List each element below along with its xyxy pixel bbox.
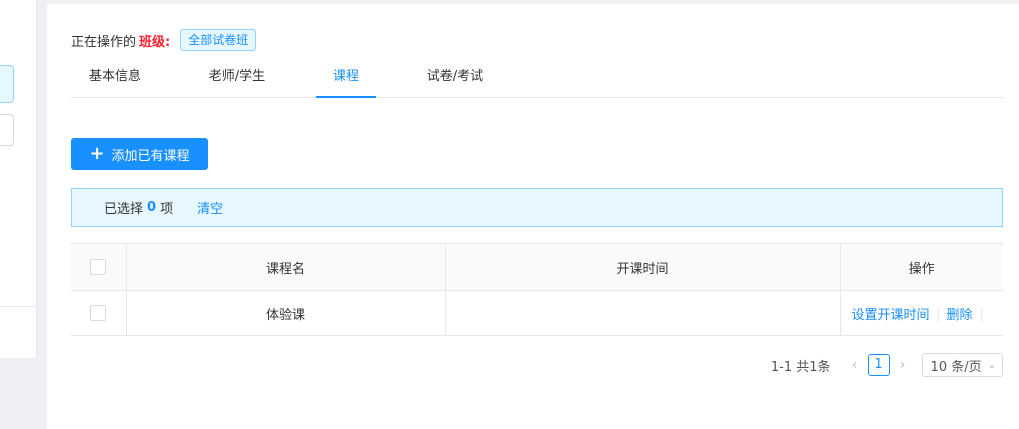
plus-icon: +	[89, 143, 105, 164]
column-course-name: 课程名	[125, 243, 445, 291]
chevron-down-icon: ⌄	[987, 359, 996, 371]
tab-teachers-students[interactable]: 老师/学生	[205, 64, 269, 98]
row-select-cell	[71, 290, 126, 336]
active-tab-indicator	[316, 96, 376, 98]
table-header-row: 课程名 开课时间 操作	[71, 243, 1003, 291]
left-sidebar	[0, 0, 37, 358]
selection-alert: 已选择 0 项 清空	[71, 188, 1003, 227]
sidebar-input[interactable]	[0, 114, 14, 146]
operating-class-line: 正在操作的 班级: 全部试卷班	[71, 29, 257, 51]
table-row: 体验课 设置开课时间 删除	[71, 290, 1003, 336]
selection-prefix: 已选择	[104, 202, 144, 217]
sidebar-selected-item[interactable]	[0, 65, 14, 103]
class-label: 班级:	[139, 34, 171, 50]
selection-count: 0	[147, 200, 157, 215]
pagination-total: 1-1 共1条	[770, 359, 831, 375]
class-name-tag: 全部试卷班	[180, 29, 257, 51]
page-size-value: 10 条/页	[930, 359, 982, 375]
main-panel: 正在操作的 班级: 全部试卷班 基本信息 老师/学生 课程 试卷/考试 + 添加…	[47, 4, 1019, 429]
column-start-time: 开课时间	[444, 243, 840, 291]
column-actions: 操作	[839, 243, 1003, 291]
action-separator	[937, 308, 939, 322]
pagination: 1-1 共1条 ‹ 1 › 10 条/页 ⌄	[771, 353, 1003, 377]
add-button-label: 添加已有课程	[111, 148, 190, 164]
selection-suffix: 项	[160, 202, 174, 217]
course-table: 课程名 开课时间 操作 体验课 设置开课时间 删除	[71, 243, 1003, 336]
clear-selection-link[interactable]: 清空	[197, 198, 223, 217]
operating-prefix: 正在操作的	[71, 34, 137, 50]
tab-basic-info[interactable]: 基本信息	[87, 64, 143, 98]
select-all-checkbox[interactable]	[90, 259, 107, 275]
sidebar-divider	[0, 306, 37, 307]
tab-courses[interactable]: 课程	[316, 64, 376, 98]
chevron-right-icon[interactable]: ›	[892, 357, 914, 373]
actions-cell: 设置开课时间 删除	[839, 290, 1003, 336]
course-name-cell: 体验课	[125, 290, 445, 336]
start-time-cell	[444, 290, 840, 336]
page-item-current[interactable]: 1	[867, 354, 890, 376]
tab-papers-exams[interactable]: 试卷/考试	[423, 64, 487, 98]
chevron-left-icon[interactable]: ‹	[844, 357, 866, 373]
action-separator	[980, 308, 982, 322]
set-start-time-link[interactable]: 设置开课时间	[852, 308, 930, 323]
tab-bar: 基本信息 老师/学生 课程 试卷/考试	[71, 64, 1003, 98]
page-size-select[interactable]: 10 条/页 ⌄	[921, 353, 1003, 377]
delete-link[interactable]: 删除	[947, 308, 973, 323]
add-existing-course-button[interactable]: + 添加已有课程	[71, 138, 208, 170]
header-select-cell	[71, 243, 126, 291]
row-checkbox[interactable]	[90, 305, 107, 321]
